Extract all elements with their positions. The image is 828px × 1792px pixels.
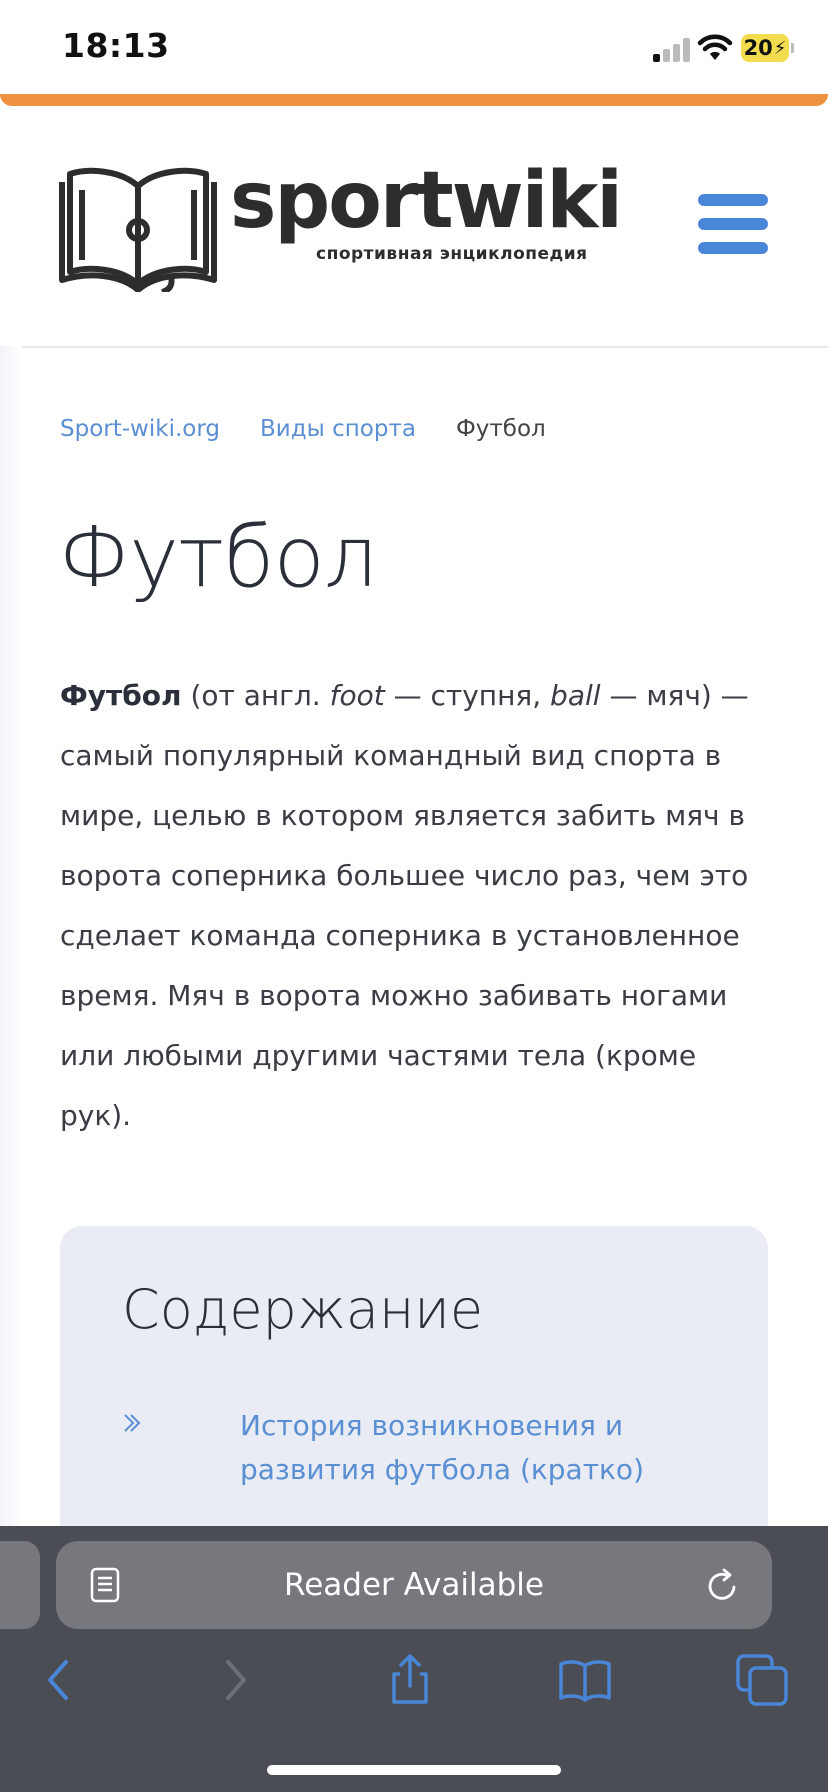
previous-tab-peek[interactable] bbox=[0, 1541, 40, 1629]
toc-link[interactable]: История возникновения и развития футбола… bbox=[240, 1404, 760, 1492]
home-indicator[interactable] bbox=[267, 1765, 561, 1775]
intro-foot: foot bbox=[329, 679, 385, 712]
forward-icon[interactable] bbox=[208, 1652, 264, 1708]
breadcrumb-current: Футбол bbox=[455, 416, 546, 442]
intro-text: (от англ. bbox=[181, 679, 330, 712]
logo-wordmark: sportwiki bbox=[230, 156, 623, 246]
status-bar: 18:13 20 ⚡ bbox=[0, 0, 828, 98]
intro-text: — ступня, bbox=[384, 679, 551, 712]
intro-ball: ball bbox=[550, 679, 601, 712]
page-edge-shadow bbox=[0, 346, 22, 1526]
chevron-right-icon bbox=[124, 1414, 141, 1432]
logo-tagline: спортивная энциклопедия bbox=[316, 244, 588, 264]
breadcrumb-link-home[interactable]: Sport-wiki.org bbox=[60, 416, 220, 442]
status-time: 18:13 bbox=[62, 26, 170, 65]
intro-term: Футбол bbox=[60, 679, 182, 712]
share-icon[interactable] bbox=[382, 1652, 438, 1708]
toc-title: Содержание bbox=[122, 1278, 484, 1341]
breadcrumb: Sport-wiki.org Виды спорта Футбол bbox=[60, 416, 546, 442]
open-book-icon bbox=[59, 167, 217, 292]
address-bar[interactable]: Reader Available bbox=[56, 1541, 772, 1629]
battery-level: 20 bbox=[743, 36, 773, 60]
battery-icon: 20 ⚡ bbox=[741, 34, 789, 62]
hamburger-menu-icon[interactable] bbox=[698, 194, 768, 254]
site-header: sportwiki спортивная энциклопедия bbox=[0, 106, 828, 348]
back-icon[interactable] bbox=[30, 1652, 86, 1708]
tabs-icon[interactable] bbox=[734, 1652, 790, 1708]
address-bar-text: Reader Available bbox=[284, 1567, 544, 1603]
battery-nub bbox=[791, 43, 794, 53]
signal-icon bbox=[653, 38, 693, 62]
accent-bar bbox=[0, 94, 828, 106]
reload-icon[interactable] bbox=[706, 1567, 740, 1603]
intro-text: — мяч) — самый популярный командный вид … bbox=[60, 679, 749, 1132]
article-intro: Футбол (от англ. foot — ступня, ball — м… bbox=[60, 666, 770, 1146]
page-title: Футбол bbox=[58, 508, 378, 606]
wifi-icon bbox=[697, 34, 733, 60]
bookmarks-icon[interactable] bbox=[557, 1652, 613, 1708]
charging-bolt-icon: ⚡ bbox=[773, 37, 787, 59]
reader-icon[interactable] bbox=[90, 1567, 120, 1603]
table-of-contents: Содержание История возникновения и разви… bbox=[60, 1226, 768, 1546]
site-logo[interactable]: sportwiki спортивная энциклопедия bbox=[58, 156, 623, 296]
breadcrumb-link-sports[interactable]: Виды спорта bbox=[260, 416, 416, 442]
